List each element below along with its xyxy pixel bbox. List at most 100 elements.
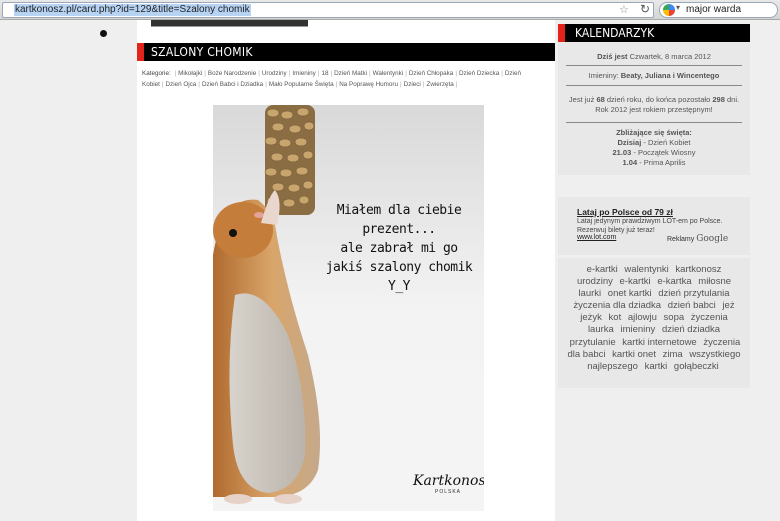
- category-separator: |: [198, 81, 200, 88]
- tag-link[interactable]: onet kartki: [608, 288, 652, 299]
- tag-link[interactable]: życzenia: [691, 312, 728, 323]
- tag-link[interactable]: sopa: [664, 312, 685, 323]
- tag-link[interactable]: laurki: [578, 288, 601, 299]
- tag-link[interactable]: kartkonosz: [675, 264, 721, 275]
- card-title-bar: SZALONY CHOMIK: [137, 43, 555, 61]
- ad-title-link[interactable]: Lataj po Polsce od 79 zł: [577, 207, 673, 217]
- tag-link[interactable]: kartki internetowe: [622, 337, 696, 348]
- nameday-row: Imieniny: Beaty, Juliana i Wincentego: [566, 71, 742, 80]
- search-field[interactable]: ▾ major warda: [659, 2, 778, 18]
- browser-toolbar: kartkonosz.pl/card.php?id=129&title=Szal…: [0, 0, 780, 20]
- address-bar[interactable]: kartkonosz.pl/card.php?id=129&title=Szal…: [2, 2, 654, 18]
- tag-link[interactable]: dzień dziadka: [662, 324, 720, 335]
- tag-link[interactable]: e-kartka: [657, 276, 691, 287]
- category-separator: |: [330, 70, 333, 77]
- category-link[interactable]: Mało Popularne Święta: [269, 81, 334, 88]
- category-link[interactable]: Dzień Babci i Dziadka: [202, 81, 263, 88]
- title-accent: [558, 24, 565, 42]
- tag-link[interactable]: zima: [663, 349, 683, 360]
- category-separator: |: [258, 70, 260, 77]
- tag-link[interactable]: e-kartki: [587, 264, 618, 275]
- category-link[interactable]: Walentynki: [373, 70, 404, 77]
- tag-cloud: e-kartki walentynki kartkonosz urodziny …: [558, 258, 750, 388]
- card-message: Miałem dla ciebie prezent... ale zabrał …: [314, 201, 484, 296]
- category-list: Kategorie: | Mikołajki | Boże Narodzenie | Ur…: [142, 68, 554, 90]
- today-label: Dziś jest: [597, 52, 628, 61]
- tag-link[interactable]: jeż: [722, 300, 734, 311]
- category-link[interactable]: Dzień Matki: [334, 70, 367, 77]
- ads-label: Reklamy: [667, 236, 695, 243]
- card-title: SZALONY CHOMIK: [151, 45, 253, 59]
- hamster-foot: [274, 494, 302, 504]
- category-separator: |: [317, 70, 320, 77]
- category-link[interactable]: Dzień Ojca: [166, 81, 197, 88]
- chevron-down-icon[interactable]: ▾: [676, 3, 680, 12]
- hamster-foot: [224, 494, 252, 504]
- hamster-nose: [254, 212, 264, 218]
- tag-link[interactable]: laurka: [588, 324, 614, 335]
- calendar-widget: Dziś jest Czwartek, 8 marca 2012 Imienin…: [558, 42, 750, 175]
- tag-link[interactable]: kartki onet: [612, 349, 656, 360]
- category-separator: |: [161, 81, 164, 88]
- ad-url-link[interactable]: www.lot.com: [577, 234, 616, 241]
- tag-link[interactable]: urodziny: [577, 276, 613, 287]
- category-link[interactable]: Dzieci: [404, 81, 421, 88]
- tag-link[interactable]: gołąbeczki: [674, 361, 719, 372]
- day-of-year-text: Jest już 68 dzień roku, do końca pozosta…: [566, 95, 742, 115]
- day-number: 68: [596, 95, 605, 104]
- category-link[interactable]: Na Poprawę Humoru: [339, 81, 398, 88]
- card-message-line: jakiś szalony chomik: [325, 260, 473, 275]
- search-input[interactable]: major warda: [686, 4, 741, 16]
- tag-link[interactable]: e-kartki: [620, 276, 651, 287]
- category-separator: |: [204, 70, 206, 77]
- tag-link[interactable]: kot: [609, 312, 622, 323]
- google-search-engine-icon[interactable]: [663, 4, 675, 16]
- category-link[interactable]: Imieniny: [292, 70, 315, 77]
- tag-link[interactable]: kartki: [645, 361, 668, 372]
- bookmark-star-icon[interactable]: ☆: [619, 3, 629, 16]
- category-link[interactable]: Zwierzęta: [426, 81, 453, 88]
- category-link[interactable]: Mikołajki: [178, 70, 202, 77]
- tag-link[interactable]: jeżyk: [580, 312, 602, 323]
- kartkonosz-logo-sub: POLSKA: [435, 489, 462, 495]
- google-logo: Google: [696, 234, 729, 244]
- card-message-line: ale zabrał mi go: [340, 241, 458, 256]
- category-link[interactable]: Dzień Chłopaka: [409, 70, 453, 77]
- google-ad: Lataj po Polsce od 79 zł Lataj jedynym p…: [558, 197, 750, 255]
- tag-link[interactable]: imieniny: [620, 324, 655, 335]
- nameday-value: Beaty, Juliana i Wincentego: [620, 71, 720, 80]
- category-link[interactable]: Dzień Dziecka: [459, 70, 499, 77]
- kartkonosz-logo: Kartkonosz: [413, 473, 484, 489]
- calendar-title-bar: KALENDARZYK: [558, 24, 750, 42]
- tag-link[interactable]: miłosne: [698, 276, 731, 287]
- category-link[interactable]: Boże Narodzenie: [208, 70, 256, 77]
- category-separator: |: [174, 70, 177, 77]
- holiday-date: Dzisiaj: [617, 138, 642, 147]
- category-separator: |: [265, 81, 267, 88]
- card-message-line: Y_Y: [388, 279, 410, 294]
- category-separator: |: [369, 70, 371, 77]
- ads-by-google-link[interactable]: Reklamy Google: [667, 234, 728, 244]
- tag-link[interactable]: dzień babci: [668, 300, 716, 311]
- days-left: 298: [712, 95, 725, 104]
- tag-link[interactable]: walentynki: [624, 264, 668, 275]
- divider: [566, 65, 742, 66]
- holiday-date: 21.03: [612, 148, 632, 157]
- day-text: dzień roku, do końca pozostało: [606, 95, 711, 104]
- address-bar-url[interactable]: kartkonosz.pl/card.php?id=129&title=Szal…: [14, 4, 251, 16]
- category-separator: |: [501, 70, 503, 77]
- tag-link[interactable]: ajlowju: [628, 312, 657, 323]
- hamster-illustration: [213, 105, 321, 504]
- divider: [566, 85, 742, 86]
- holiday-name: Początek Wiosny: [637, 148, 696, 157]
- reload-icon[interactable]: ↻: [640, 2, 650, 16]
- category-link[interactable]: 18: [321, 70, 328, 77]
- category-separator: |: [422, 81, 425, 88]
- tag-link[interactable]: przytulanie: [570, 337, 616, 348]
- tag-link[interactable]: dzień przytulania: [658, 288, 729, 299]
- hamster-eye: [229, 229, 237, 237]
- category-link[interactable]: Urodziny: [262, 70, 287, 77]
- tag-list: e-kartki walentynki kartkonosz urodziny …: [564, 264, 744, 373]
- ad-description: Lataj jedynym prawdziwym LOT-em po Polsc…: [577, 218, 723, 234]
- tag-link[interactable]: życzenia dla dziadka: [573, 300, 661, 311]
